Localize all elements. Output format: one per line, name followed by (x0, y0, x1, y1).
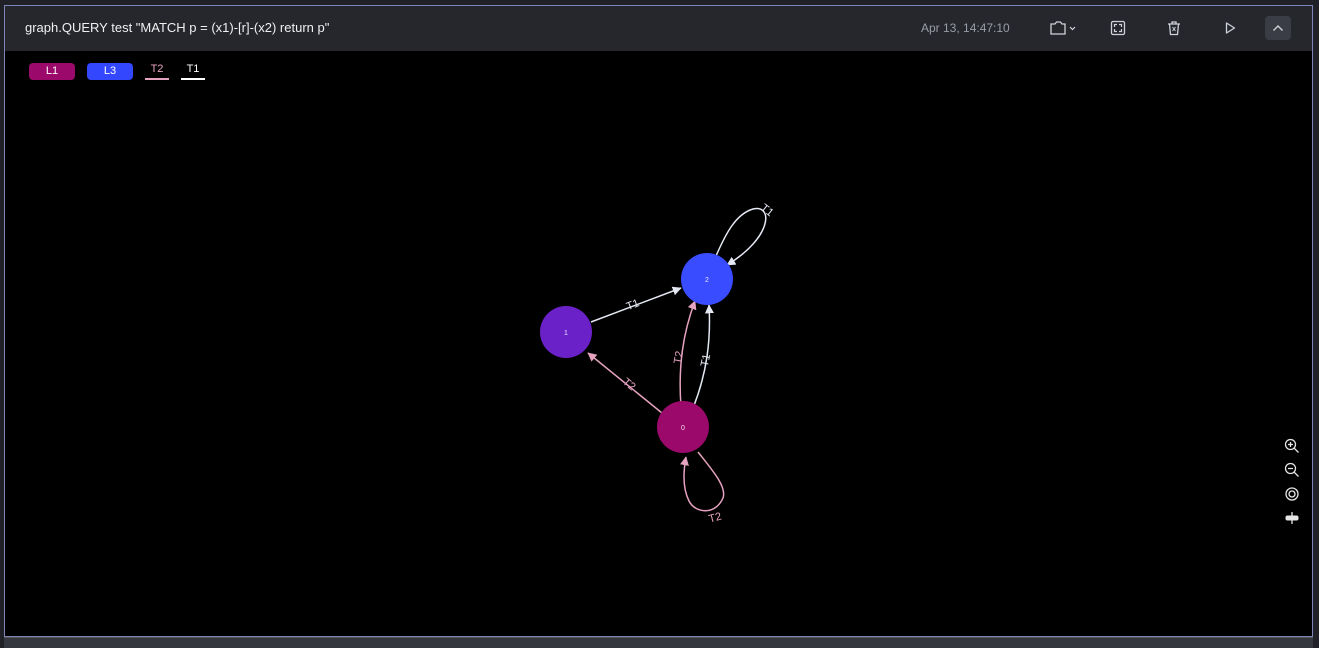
node-label: 2 (705, 277, 709, 284)
layout-button[interactable] (1282, 508, 1302, 528)
card-header: graph.QUERY test "MATCH p = (x1)-[r]-(x2… (5, 6, 1312, 51)
edge-0-1[interactable]: T2 (587, 352, 663, 414)
collapse-icon (1273, 25, 1283, 31)
fullscreen-icon (1110, 20, 1126, 36)
node-2[interactable]: 2 (681, 253, 733, 305)
edge-label: T1 (625, 297, 641, 313)
node-1[interactable]: 1 (540, 306, 592, 358)
run-button[interactable] (1217, 16, 1243, 40)
edge-0-0[interactable]: T2 (680, 451, 725, 526)
query-title: graph.QUERY test "MATCH p = (x1)-[r]-(x2… (25, 20, 330, 35)
edge-label: T2 (672, 350, 686, 365)
edge-label: T2 (707, 511, 723, 526)
zoom-in-icon (1284, 438, 1299, 453)
node-0[interactable]: 0 (657, 401, 709, 453)
graph-canvas[interactable]: T1 T1 T2 T2 T1 T2 2 1 0 (5, 51, 1312, 636)
collapse-button[interactable] (1265, 16, 1291, 40)
edge-1-2[interactable]: T1 (590, 286, 682, 323)
edge-2-2[interactable]: T1 (715, 202, 776, 266)
layout-icon (1285, 512, 1299, 524)
edge-label: T1 (758, 202, 776, 219)
zoom-out-button[interactable] (1282, 460, 1302, 480)
resize-bar[interactable] (4, 637, 1313, 648)
delete-button[interactable] (1161, 16, 1187, 40)
zoom-in-button[interactable] (1282, 436, 1302, 456)
edge-0-2-t2[interactable]: T2 (672, 300, 697, 408)
edge-label: T1 (699, 353, 713, 368)
fullscreen-button[interactable] (1105, 16, 1131, 40)
zoom-out-icon (1284, 462, 1299, 477)
center-button[interactable] (1282, 484, 1302, 504)
edge-0-2-t1[interactable]: T1 (692, 304, 714, 409)
delete-icon (1168, 21, 1180, 36)
node-label: 1 (564, 330, 568, 337)
node-label: 0 (681, 425, 685, 432)
edge-line (715, 207, 767, 266)
timestamp: Apr 13, 14:47:10 (921, 21, 1010, 35)
center-icon (1285, 487, 1299, 501)
query-result-card: graph.QUERY test "MATCH p = (x1)-[r]-(x2… (4, 5, 1313, 637)
snapshot-button[interactable] (1048, 16, 1078, 40)
edge-line (680, 451, 725, 512)
snapshot-icon (1050, 21, 1076, 35)
run-icon (1225, 22, 1236, 34)
